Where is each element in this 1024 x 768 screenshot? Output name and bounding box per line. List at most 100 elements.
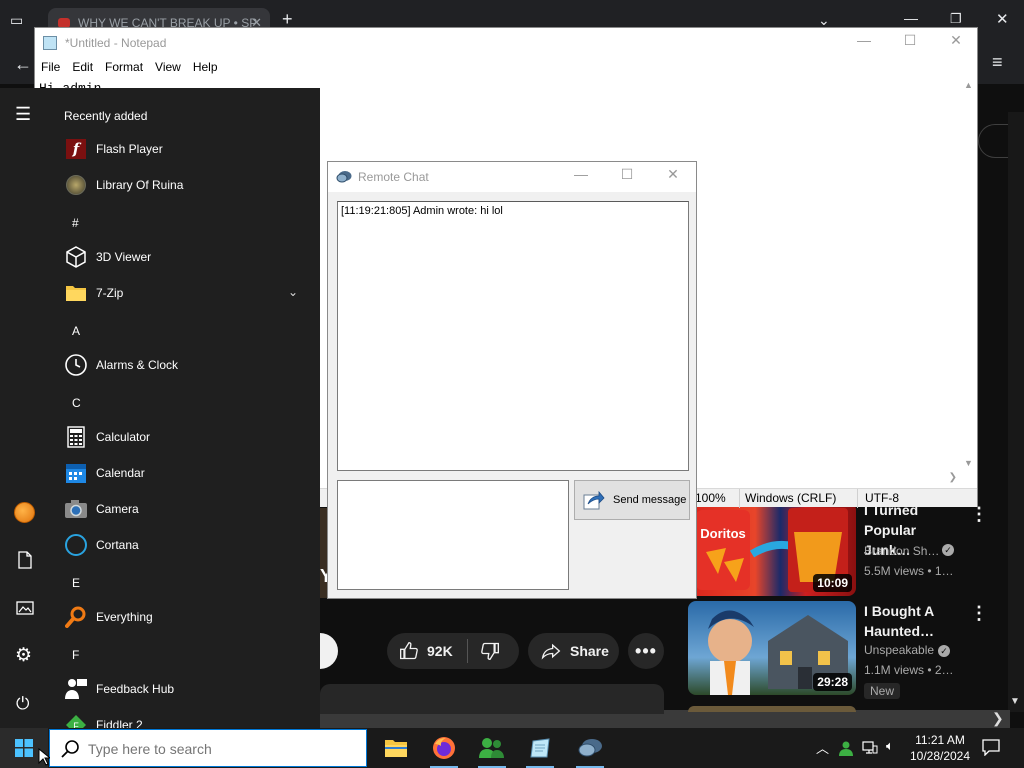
video-thumbnail[interactable]: 29:28 [688, 601, 856, 695]
menu-edit[interactable]: Edit [66, 58, 99, 78]
start-item-label: Everything [96, 610, 153, 624]
camera-icon [64, 497, 88, 521]
taskbar-remote-users-app[interactable] [472, 732, 512, 768]
video-menu-icon[interactable]: ⋮ [970, 504, 988, 525]
video-title[interactable]: I Bought A Haunted… [864, 601, 964, 641]
notepad-close-button[interactable]: ✕ [933, 32, 979, 54]
browser-close-icon[interactable]: ✕ [996, 10, 1009, 28]
taskbar-search-input[interactable] [88, 738, 358, 760]
tray-user-icon[interactable] [838, 740, 854, 756]
remote-chat-window[interactable]: Remote Chat — ☐ ✕ [11:19:21:805] Admin w… [327, 161, 697, 599]
clock-widget[interactable]: 11:21 AM 10/28/2024 [908, 732, 972, 764]
share-icon [541, 643, 561, 660]
chat-close-button[interactable]: ✕ [650, 166, 696, 188]
notepad-maximize-button[interactable]: ☐ [887, 32, 933, 54]
verified-icon: ✓ [938, 645, 950, 657]
browser-minimize-icon[interactable]: — [904, 10, 918, 26]
partial-round-button[interactable] [978, 124, 1008, 158]
back-arrow-icon[interactable]: ← [14, 54, 32, 75]
notepad-vertical-scrollbar[interactable]: ▲ ▼ [960, 78, 977, 472]
section-letter[interactable]: F [72, 648, 79, 662]
send-message-label: Send message [613, 494, 687, 506]
like-button[interactable]: 92K [387, 633, 519, 669]
user-avatar-icon[interactable] [14, 502, 35, 523]
send-message-button[interactable]: Send message [574, 480, 690, 520]
taskbar-file-explorer[interactable] [376, 732, 416, 764]
thumbs-up-icon [400, 641, 418, 660]
channel-name[interactable]: Unspeakable [864, 643, 934, 657]
video-duration: 10:09 [813, 574, 852, 592]
folder-icon [64, 281, 88, 305]
section-letter[interactable]: A [72, 324, 80, 338]
pictures-icon[interactable] [16, 600, 34, 616]
notification-center-icon[interactable] [982, 738, 1000, 756]
thumbs-down-icon[interactable] [480, 641, 500, 661]
hamburger-menu-icon[interactable]: ☰ [15, 104, 31, 125]
power-icon[interactable]: ⏻ [16, 694, 29, 714]
notepad-minimize-button[interactable]: — [841, 32, 887, 54]
start-item-everything[interactable]: Everything [48, 599, 320, 635]
status-zoom: 100% [695, 491, 726, 505]
video-description-box[interactable] [320, 684, 664, 714]
start-item-calculator[interactable]: Calculator [48, 419, 320, 455]
svg-text:F: F [73, 721, 79, 728]
recommended-video[interactable]: Doritos 10:09 I Turned Popular Junk… Bra… [688, 502, 988, 598]
recommended-video-partial[interactable] [688, 706, 856, 712]
start-item-alarms-clock[interactable]: Alarms & Clock [48, 347, 320, 383]
menu-view[interactable]: View [149, 58, 187, 78]
video-menu-icon[interactable]: ⋮ [970, 603, 988, 624]
start-item-3d-viewer[interactable]: 3D Viewer [48, 239, 320, 275]
new-badge: New [864, 683, 901, 699]
start-menu-app-list: Recently added f Flash Player Library Of… [48, 88, 320, 728]
recommended-video[interactable]: 29:28 I Bought A Haunted… Unspeakable ✓ … [688, 601, 988, 699]
scroll-down-arrow-icon[interactable]: ▼ [964, 458, 973, 468]
start-item-label: 7-Zip [96, 286, 124, 300]
section-letter[interactable]: C [72, 396, 81, 410]
share-button[interactable]: Share [528, 633, 619, 669]
tab-search-icon[interactable]: ▭ [10, 12, 23, 29]
start-item-cortana[interactable]: Cortana [48, 527, 320, 563]
start-item-7-zip[interactable]: 7-Zip ⌄ [48, 275, 320, 311]
scroll-up-arrow-icon[interactable]: ▲ [964, 80, 973, 90]
menu-file[interactable]: File [35, 58, 66, 78]
channel-name[interactable]: Brandon Sh… [864, 544, 939, 558]
taskbar-search-box[interactable] [49, 729, 367, 767]
start-item-library-of-ruina[interactable]: Library Of Ruina [48, 167, 320, 203]
start-item-fiddler-2[interactable]: F Fiddler 2 [48, 707, 320, 728]
notepad-titlebar[interactable]: *Untitled - Notepad — ☐ ✕ [35, 28, 977, 58]
chat-titlebar[interactable]: Remote Chat — ☐ ✕ [328, 162, 696, 192]
feedback-icon [64, 677, 88, 701]
section-letter[interactable]: # [72, 216, 79, 230]
notepad-icon [43, 36, 57, 50]
scroll-down-arrow-icon[interactable]: ▼ [1010, 696, 1020, 707]
chevron-down-icon[interactable]: ⌄ [288, 285, 298, 299]
taskbar-remote-chat[interactable] [570, 732, 610, 768]
chat-message-input[interactable] [337, 480, 569, 590]
volume-icon[interactable]: 🔈︎ [886, 738, 894, 754]
start-item-label: Alarms & Clock [96, 358, 179, 372]
chat-maximize-button[interactable]: ☐ [604, 166, 650, 188]
menu-format[interactable]: Format [99, 58, 149, 78]
more-actions-button[interactable]: ••• [628, 633, 664, 669]
network-icon[interactable] [862, 740, 878, 756]
menu-help[interactable]: Help [187, 58, 224, 78]
video-thumbnail[interactable]: Doritos 10:09 [688, 502, 856, 596]
taskbar-notepad[interactable] [520, 732, 560, 768]
scroll-right-arrow-icon[interactable]: ❯ [949, 472, 957, 483]
browser-menu-icon[interactable]: ≡ [992, 52, 1003, 73]
search-icon [61, 740, 79, 758]
start-item-flash-player[interactable]: f Flash Player [48, 131, 320, 167]
documents-icon[interactable] [17, 551, 33, 569]
start-item-camera[interactable]: Camera [48, 491, 320, 527]
taskbar-firefox[interactable] [424, 732, 464, 768]
page-vertical-scrollbar[interactable] [1008, 112, 1024, 712]
start-item-calendar[interactable]: Calendar [48, 455, 320, 491]
start-item-feedback-hub[interactable]: Feedback Hub [48, 671, 320, 707]
browser-restore-icon[interactable]: ❐ [950, 11, 962, 27]
settings-gear-icon[interactable]: ⚙ [15, 644, 32, 667]
chat-minimize-button[interactable]: — [558, 166, 604, 188]
scroll-right-arrow-icon[interactable]: ❯ [992, 710, 1004, 727]
tray-overflow-chevron-icon[interactable]: ︿ [816, 738, 829, 757]
section-letter[interactable]: E [72, 576, 80, 590]
chat-log[interactable]: [11:19:21:805] Admin wrote: hi lol [337, 201, 689, 471]
